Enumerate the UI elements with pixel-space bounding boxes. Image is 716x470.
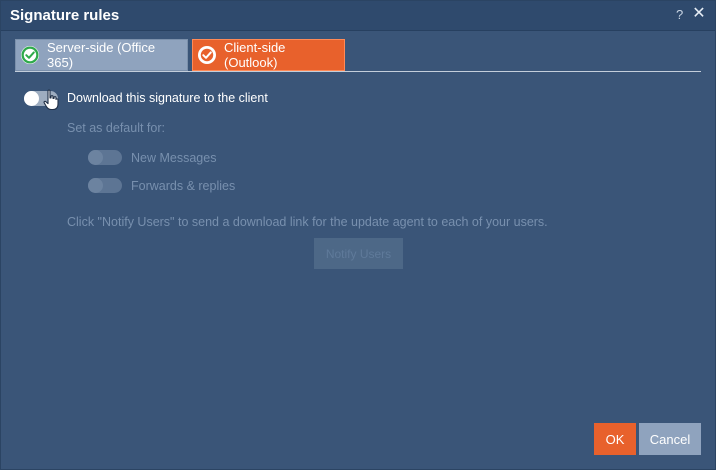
toggle-knob	[24, 91, 39, 106]
help-icon[interactable]: ?	[676, 7, 683, 23]
dialog-titlebar: Signature rules ? ✕	[1, 1, 715, 31]
tab-client-side-label: Client-side (Outlook)	[224, 40, 286, 70]
download-signature-label: Download this signature to the client	[67, 91, 268, 105]
notify-users-button[interactable]: Notify Users	[314, 238, 403, 269]
forwards-replies-toggle[interactable]	[88, 178, 122, 193]
tab-divider	[15, 71, 701, 72]
toggle-knob	[88, 178, 103, 193]
cancel-button[interactable]: Cancel	[639, 423, 701, 455]
signature-rules-dialog: Signature rules ? ✕ Server-side (Office …	[0, 0, 716, 470]
new-messages-label: New Messages	[131, 151, 217, 165]
check-circle-icon	[21, 46, 39, 64]
check-circle-icon	[198, 46, 216, 64]
tab-client-side[interactable]: Client-side (Outlook)	[192, 39, 345, 71]
close-icon[interactable]: ✕	[691, 5, 707, 23]
tab-server-side-label: Server-side (Office 365)	[47, 40, 156, 70]
new-messages-toggle[interactable]	[88, 150, 122, 165]
forwards-replies-label: Forwards & replies	[131, 179, 236, 193]
ok-button[interactable]: OK	[594, 423, 636, 455]
hand-cursor-icon	[43, 89, 59, 111]
dialog-title: Signature rules	[10, 7, 120, 24]
set-default-label: Set as default for:	[67, 121, 165, 135]
toggle-knob	[88, 150, 103, 165]
tab-server-side[interactable]: Server-side (Office 365)	[15, 39, 188, 71]
notify-users-description: Click "Notify Users" to send a download …	[67, 215, 548, 229]
